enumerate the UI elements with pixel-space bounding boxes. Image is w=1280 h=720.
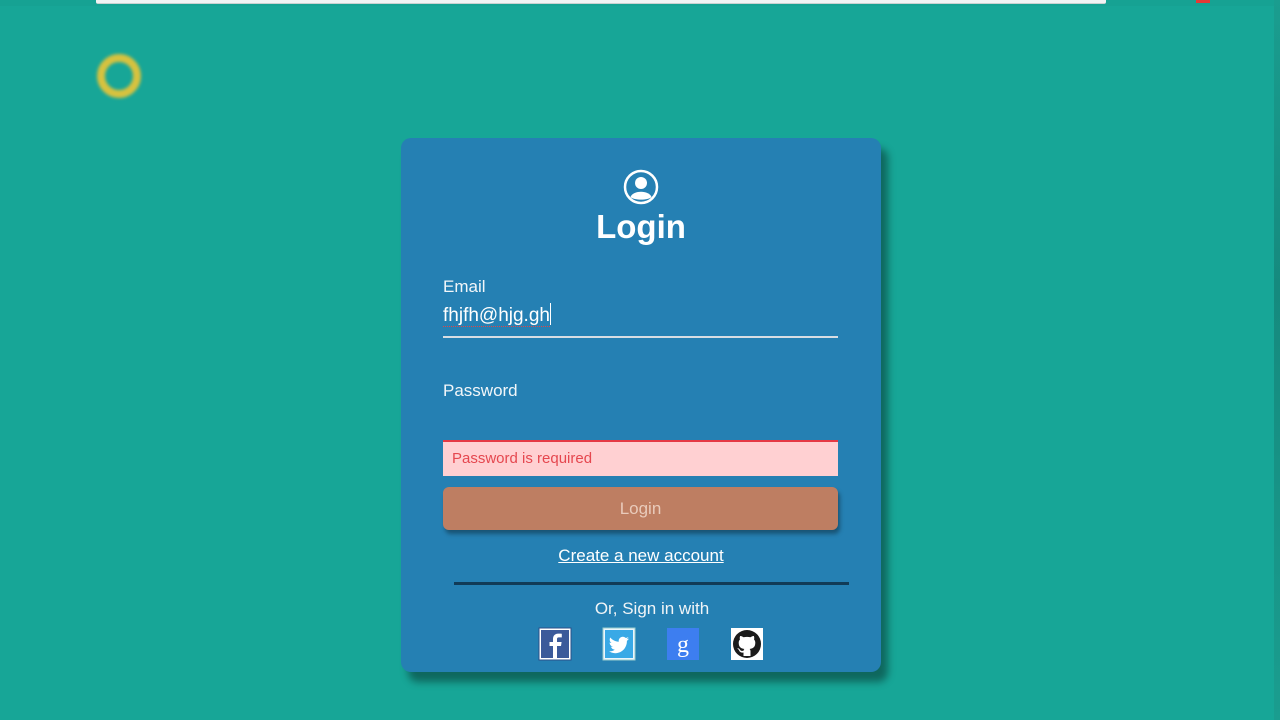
password-label: Password	[443, 381, 518, 400]
create-account-link-text[interactable]: Create a new account	[558, 546, 723, 565]
user-circle-icon	[623, 169, 659, 205]
page-title: Login	[596, 208, 686, 245]
login-button[interactable]: Login	[443, 487, 838, 530]
twitter-icon[interactable]	[602, 627, 636, 661]
browser-top-bar	[0, 0, 1280, 6]
scrollbar[interactable]	[1274, 0, 1280, 720]
social-signin-label: Or, Sign in with	[594, 599, 710, 618]
password-field[interactable]: Password is required	[443, 440, 838, 476]
email-value: fhjfh@hjg.gh	[443, 305, 550, 327]
github-icon[interactable]	[730, 627, 764, 661]
password-error-message: Password is required	[452, 450, 593, 467]
email-field[interactable]: fhjfh@hjg.gh	[443, 302, 838, 338]
svg-text:g: g	[677, 632, 689, 658]
login-card: Login Email fhjfh@hjg.gh Password Passwo…	[401, 138, 881, 672]
create-account-link: Create a new account	[401, 546, 881, 566]
divider	[454, 582, 849, 585]
text-caret	[549, 303, 551, 325]
address-bar-edge[interactable]	[96, 0, 1106, 4]
loading-ring-icon	[97, 54, 141, 98]
facebook-icon[interactable]	[538, 627, 572, 661]
browser-extension-icon[interactable]	[1196, 0, 1210, 3]
email-label: Email	[443, 277, 486, 296]
google-icon[interactable]: g	[666, 627, 700, 661]
